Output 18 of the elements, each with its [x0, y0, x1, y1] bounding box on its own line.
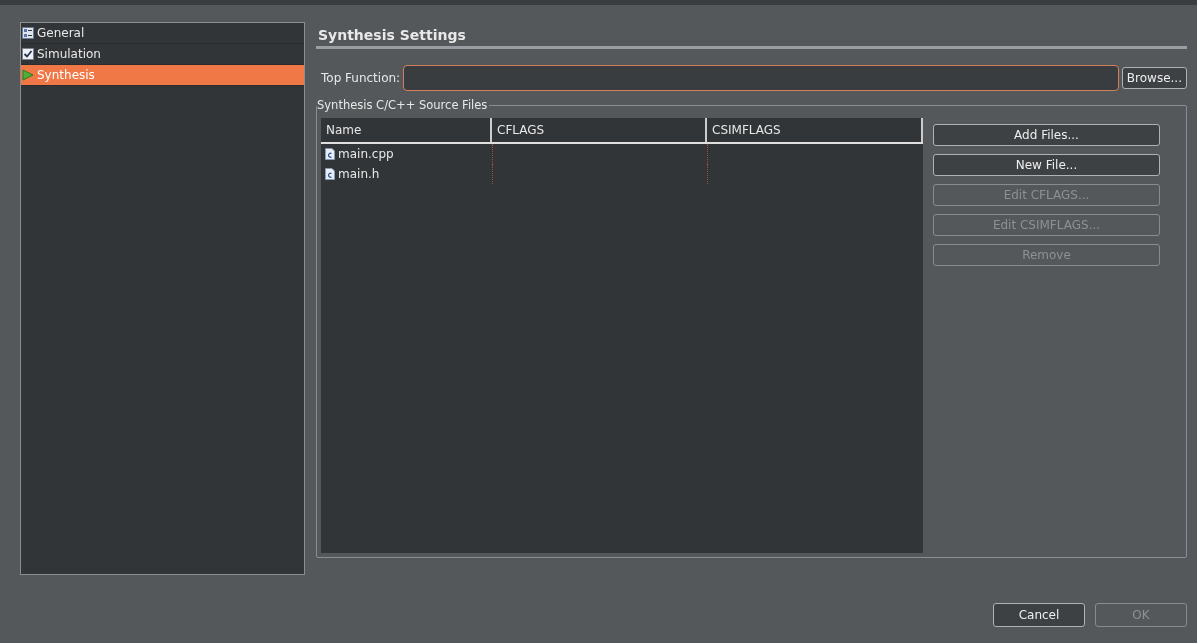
table-cell[interactable]: main.h [321, 164, 492, 184]
dialog-button[interactable]: Cancel [993, 603, 1085, 627]
c-file-icon [325, 148, 335, 160]
tree-item[interactable]: General [21, 23, 304, 44]
play-icon [22, 69, 34, 81]
column-header[interactable]: CSIMFLAGS [707, 118, 923, 142]
field-label: Top Function: [320, 71, 401, 85]
panel-title: Synthesis Settings [317, 26, 467, 45]
c-file-icon [325, 168, 335, 180]
side-button[interactable]: Add Files... [933, 124, 1160, 146]
side-button[interactable]: New File... [933, 154, 1160, 176]
column-header[interactable]: Name [321, 118, 492, 142]
table-cell[interactable]: main.cpp [321, 144, 492, 164]
top-function-field[interactable] [403, 65, 1119, 91]
group-legend: Synthesis C/C++ Source Files [317, 98, 490, 112]
column-header[interactable]: CFLAGS [492, 118, 707, 142]
browse-button[interactable]: Browse... [1121, 67, 1187, 89]
checkbox-icon [22, 48, 34, 60]
